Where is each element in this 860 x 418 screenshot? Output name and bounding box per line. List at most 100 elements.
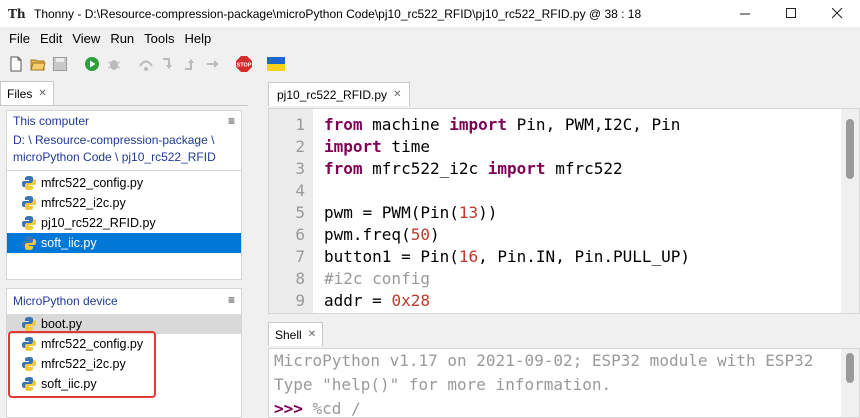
code-line[interactable] bbox=[324, 180, 859, 202]
code-text[interactable]: from machine import Pin, PWM,I2C, Pin imp… bbox=[313, 109, 859, 313]
code-line[interactable]: button1 = Pin(16, Pin.IN, Pin.PULL_UP) bbox=[324, 246, 859, 268]
python-file-icon bbox=[22, 236, 36, 250]
local-file-row[interactable]: pj10_rc522_RFID.py bbox=[7, 213, 241, 233]
save-icon bbox=[53, 57, 67, 71]
code-token: pwm.freq( bbox=[324, 225, 411, 244]
menu-run[interactable]: Run bbox=[105, 31, 139, 46]
line-number: 8 bbox=[295, 269, 305, 288]
shell-scrollbar[interactable] bbox=[841, 349, 859, 417]
code-line[interactable]: pwm = PWM(Pin(13)) bbox=[324, 202, 859, 224]
new-file-button[interactable] bbox=[6, 54, 26, 74]
scrollbar-thumb[interactable] bbox=[846, 353, 854, 383]
close-button[interactable] bbox=[814, 0, 860, 27]
shell-output-line: MicroPython v1.17 on 2021-09-02; ESP32 m… bbox=[274, 351, 814, 370]
tab-shell[interactable]: Shell ✕ bbox=[268, 322, 324, 346]
code-token: import bbox=[449, 115, 508, 134]
local-file-row[interactable]: mfrc522_config.py bbox=[7, 173, 241, 193]
tab-editor-file[interactable]: pj10_rc522_RFID.py ✕ bbox=[268, 82, 411, 106]
file-name: mfrc522_config.py bbox=[41, 176, 144, 190]
shell-tab-strip: Shell ✕ bbox=[268, 322, 860, 346]
code-line[interactable]: addr = 0x28 bbox=[324, 290, 859, 312]
menu-edit[interactable]: Edit bbox=[35, 31, 67, 46]
tab-files[interactable]: Files ✕ bbox=[0, 81, 54, 105]
menu-bar: File Edit View Run Tools Help bbox=[0, 27, 860, 49]
code-token: import bbox=[487, 159, 546, 178]
line-number: 6 bbox=[295, 225, 305, 244]
step-into-button[interactable] bbox=[158, 54, 178, 74]
stop-button[interactable]: STOP bbox=[234, 54, 254, 74]
path-line-1[interactable]: D: \ Resource-compression-package \ bbox=[7, 132, 241, 149]
code-token: ) bbox=[429, 225, 440, 244]
line-number: 3 bbox=[295, 159, 305, 178]
window-controls bbox=[722, 0, 860, 27]
file-name: soft_iic.py bbox=[41, 236, 97, 250]
svg-text:STOP: STOP bbox=[237, 63, 252, 69]
menu-view[interactable]: View bbox=[67, 31, 105, 46]
code-token: addr = bbox=[324, 291, 392, 310]
local-file-row[interactable]: mfrc522_i2c.py bbox=[7, 193, 241, 213]
maximize-button[interactable] bbox=[768, 0, 814, 27]
tab-files-label: Files bbox=[7, 86, 33, 101]
menu-file[interactable]: File bbox=[4, 31, 35, 46]
python-file-icon bbox=[22, 176, 36, 190]
code-line[interactable]: #i2c config bbox=[324, 268, 859, 290]
minimize-icon bbox=[739, 13, 750, 15]
stop-icon: STOP bbox=[236, 56, 252, 72]
line-number: 1 bbox=[295, 115, 305, 134]
close-tab-icon[interactable]: ✕ bbox=[38, 88, 46, 99]
code-token: pwm = PWM(Pin( bbox=[324, 203, 459, 222]
scrollbar-thumb[interactable] bbox=[846, 119, 854, 179]
editor-scrollbar[interactable] bbox=[841, 109, 859, 313]
panel-menu-icon[interactable]: ≡ bbox=[228, 113, 235, 130]
code-line[interactable]: pwm.freq(50) bbox=[324, 224, 859, 246]
this-computer-panel: This computer ≡ D: \ Resource-compressio… bbox=[6, 110, 242, 280]
step-over-button[interactable] bbox=[136, 54, 156, 74]
resume-button[interactable] bbox=[202, 54, 222, 74]
debug-button[interactable] bbox=[104, 54, 124, 74]
panel-menu-icon[interactable]: ≡ bbox=[228, 292, 235, 309]
code-line[interactable]: import time bbox=[324, 136, 859, 158]
shell-prompt: >>> bbox=[274, 399, 303, 418]
run-icon bbox=[85, 57, 99, 71]
local-file-row-selected[interactable]: soft_iic.py bbox=[7, 233, 241, 253]
code-token: )) bbox=[478, 203, 498, 222]
python-file-icon bbox=[22, 196, 36, 210]
code-token: , Pin.IN, Pin.PULL_UP) bbox=[478, 247, 691, 266]
support-ukraine-button[interactable] bbox=[266, 54, 286, 74]
step-over-icon bbox=[139, 60, 153, 71]
code-token: Pin, PWM,I2C, Pin bbox=[507, 115, 681, 134]
code-line[interactable]: from mfrc522_i2c import mfrc522 bbox=[324, 158, 859, 180]
line-number: 7 bbox=[295, 247, 305, 266]
editor-tab-label: pj10_rc522_RFID.py bbox=[277, 87, 388, 102]
path-line-2[interactable]: microPython Code \ pj10_rc522_RFID bbox=[7, 149, 241, 166]
this-computer-heading: This computer bbox=[13, 114, 90, 128]
menu-help[interactable]: Help bbox=[180, 31, 217, 46]
shell-command: %cd / bbox=[302, 399, 361, 418]
menu-tools[interactable]: Tools bbox=[139, 31, 179, 46]
code-token: button1 = Pin( bbox=[324, 247, 459, 266]
close-tab-icon[interactable]: ✕ bbox=[393, 89, 401, 100]
open-file-button[interactable] bbox=[28, 54, 48, 74]
code-token: 13 bbox=[458, 203, 479, 222]
file-name: boot.py bbox=[41, 317, 83, 331]
files-pane: Files ✕ This computer ≡ D: \ Resource-co… bbox=[0, 81, 248, 418]
minimize-button[interactable] bbox=[722, 0, 768, 27]
python-file-icon bbox=[22, 317, 36, 331]
close-icon bbox=[831, 8, 842, 19]
shell-output-line: Type "help()" for more information. bbox=[274, 375, 612, 394]
code-editor[interactable]: 1 2 3 4 5 6 7 8 9 from machine import Pin, PWM,I… bbox=[268, 108, 860, 314]
close-tab-icon[interactable]: ✕ bbox=[308, 329, 316, 340]
code-token: machine bbox=[362, 115, 450, 134]
toolbar: STOP bbox=[0, 49, 860, 79]
shell-console[interactable]: MicroPython v1.17 on 2021-09-02; ESP32 m… bbox=[268, 348, 860, 418]
code-line[interactable]: from machine import Pin, PWM,I2C, Pin bbox=[324, 114, 859, 136]
file-name: mfrc522_i2c.py bbox=[41, 196, 126, 210]
highlight-annotation-box bbox=[8, 331, 156, 398]
run-button[interactable] bbox=[82, 54, 102, 74]
save-button[interactable] bbox=[50, 54, 70, 74]
code-token: from bbox=[324, 115, 363, 134]
shell-input-line[interactable]: >>> %cd / bbox=[269, 397, 859, 418]
step-out-button[interactable] bbox=[180, 54, 200, 74]
code-token: mfrc522_i2c bbox=[362, 159, 488, 178]
maximize-icon bbox=[785, 8, 796, 18]
